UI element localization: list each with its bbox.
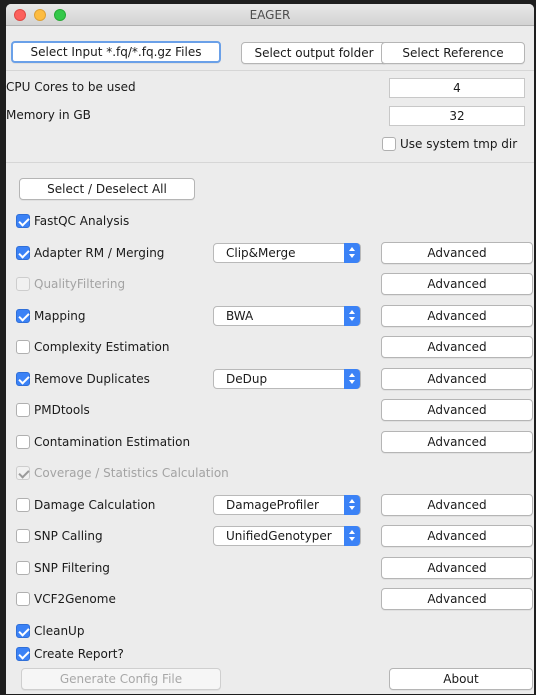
adapter-rm-merging-advanced-button[interactable]: Advanced: [381, 242, 533, 264]
cleanup-checkbox[interactable]: [16, 624, 30, 638]
damage-calculation-tool-select[interactable]: DamageProfiler: [213, 495, 361, 515]
dropdown-arrows-icon: [344, 369, 360, 389]
adapter-rm-merging-tool-select[interactable]: Clip&Merge: [213, 243, 361, 263]
damage-calculation-checkbox[interactable]: [16, 498, 30, 512]
remove-duplicates-tool-select[interactable]: DeDup: [213, 369, 361, 389]
select-output-folder-button[interactable]: Select output folder: [241, 42, 387, 64]
remove-duplicates-checkbox[interactable]: [16, 372, 30, 386]
snp-calling-label: SNP Calling: [34, 529, 103, 543]
coverage-statistics-calculation-checkbox: [16, 466, 30, 480]
complexity-estimation-label: Complexity Estimation: [34, 340, 170, 354]
separator: [6, 162, 534, 163]
snp-filtering-checkbox[interactable]: [16, 561, 30, 575]
qualityfiltering-advanced-button[interactable]: Advanced: [381, 273, 533, 295]
mapping-checkbox[interactable]: [16, 309, 30, 323]
cpu-cores-label: CPU Cores to be used: [6, 80, 136, 94]
select-reference-button[interactable]: Select Reference: [381, 42, 525, 64]
vcf2genome-advanced-button[interactable]: Advanced: [381, 588, 533, 610]
use-system-tmp-checkbox[interactable]: [382, 137, 396, 151]
adapter-rm-merging-tool-select-value: Clip&Merge: [226, 246, 296, 260]
qualityfiltering-checkbox: [16, 277, 30, 291]
pmdtools-checkbox[interactable]: [16, 403, 30, 417]
window-title: EAGER: [249, 8, 291, 22]
cleanup-label: CleanUp: [34, 624, 85, 638]
remove-duplicates-tool-select-value: DeDup: [226, 372, 268, 386]
complexity-estimation-checkbox[interactable]: [16, 340, 30, 354]
title-bar: EAGER: [6, 4, 534, 26]
damage-calculation-label: Damage Calculation: [34, 498, 156, 512]
damage-calculation-advanced-button[interactable]: Advanced: [381, 494, 533, 516]
dropdown-arrows-icon: [344, 306, 360, 326]
coverage-statistics-calculation-label: Coverage / Statistics Calculation: [34, 466, 229, 480]
snp-calling-tool-select-value: UnifiedGenotyper: [226, 529, 332, 543]
cpu-cores-field[interactable]: 4: [389, 78, 525, 98]
contamination-estimation-checkbox[interactable]: [16, 435, 30, 449]
dropdown-arrows-icon: [344, 526, 360, 546]
snp-calling-advanced-button[interactable]: Advanced: [381, 525, 533, 547]
separator: [6, 70, 534, 71]
fastqc-analysis-checkbox[interactable]: [16, 214, 30, 228]
contamination-estimation-advanced-button[interactable]: Advanced: [381, 431, 533, 453]
remove-duplicates-label: Remove Duplicates: [34, 372, 150, 386]
snp-calling-checkbox[interactable]: [16, 529, 30, 543]
memory-label: Memory in GB: [6, 108, 91, 122]
pmdtools-advanced-button[interactable]: Advanced: [381, 399, 533, 421]
snp-filtering-advanced-button[interactable]: Advanced: [381, 557, 533, 579]
mapping-label: Mapping: [34, 309, 86, 323]
dropdown-arrows-icon: [344, 243, 360, 263]
adapter-rm-merging-checkbox[interactable]: [16, 246, 30, 260]
snp-calling-tool-select[interactable]: UnifiedGenotyper: [213, 526, 361, 546]
select-deselect-all-button[interactable]: Select / Deselect All: [19, 178, 195, 200]
mapping-tool-select[interactable]: BWA: [213, 306, 361, 326]
create-report-label: Create Report?: [34, 647, 124, 661]
mapping-tool-select-value: BWA: [226, 309, 254, 323]
generate-config-file-button[interactable]: Generate Config File: [21, 668, 221, 690]
remove-duplicates-advanced-button[interactable]: Advanced: [381, 368, 533, 390]
eager-window: EAGER Select Input *.fq/*.fq.gz Files Se…: [6, 4, 534, 694]
about-button[interactable]: About: [389, 668, 533, 690]
create-report-checkbox[interactable]: [16, 647, 30, 661]
memory-field[interactable]: 32: [389, 106, 525, 126]
snp-filtering-label: SNP Filtering: [34, 561, 110, 575]
dropdown-arrows-icon: [344, 495, 360, 515]
complexity-estimation-advanced-button[interactable]: Advanced: [381, 336, 533, 358]
contamination-estimation-label: Contamination Estimation: [34, 435, 191, 449]
vcf2genome-label: VCF2Genome: [34, 592, 116, 606]
adapter-rm-merging-label: Adapter RM / Merging: [34, 246, 165, 260]
qualityfiltering-label: QualityFiltering: [34, 277, 126, 291]
select-input-files-button[interactable]: Select Input *.fq/*.fq.gz Files: [11, 41, 221, 63]
damage-calculation-tool-select-value: DamageProfiler: [226, 498, 319, 512]
fastqc-analysis-label: FastQC Analysis: [34, 214, 130, 228]
mapping-advanced-button[interactable]: Advanced: [381, 305, 533, 327]
use-system-tmp-label: Use system tmp dir: [400, 137, 518, 151]
pmdtools-label: PMDtools: [34, 403, 90, 417]
vcf2genome-checkbox[interactable]: [16, 592, 30, 606]
